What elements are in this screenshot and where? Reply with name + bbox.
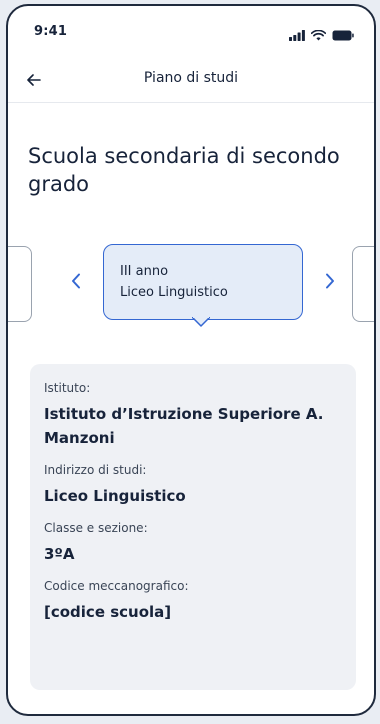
indirizzo-value: Liceo Linguistico <box>44 487 186 505</box>
header-title: Piano di studi <box>143 70 239 86</box>
selected-course-label: Liceo Linguistico <box>120 285 228 300</box>
battery-icon <box>332 26 354 45</box>
status-icons <box>289 26 354 45</box>
phone-frame: 9:41 Piano di studi Scuola secondaria di… <box>6 4 376 716</box>
classe-group: Classe e sezione: 3ºA <box>44 520 342 566</box>
codice-value: [codice scuola] <box>44 603 172 621</box>
carousel-next-button[interactable] <box>316 268 344 298</box>
classe-label: Classe e sezione: <box>44 521 148 535</box>
selected-year-label: III anno <box>120 264 169 279</box>
next-year-card[interactable] <box>352 246 374 322</box>
chevron-right-icon <box>325 273 335 293</box>
istituto-label: Istituto: <box>44 381 91 395</box>
previous-year-card[interactable] <box>8 246 32 322</box>
signal-icon <box>289 26 305 45</box>
indirizzo-label: Indirizzo di studi: <box>44 463 147 477</box>
istituto-value: Istituto d’Istruzione Superiore A. Manzo… <box>44 405 324 447</box>
card-pointer <box>192 317 210 327</box>
istituto-group: Istituto: Istituto d’Istruzione Superior… <box>44 380 342 450</box>
status-bar: 9:41 <box>8 6 374 46</box>
school-details-panel: Istituto: Istituto d’Istruzione Superior… <box>30 364 356 690</box>
wifi-icon <box>310 26 327 45</box>
selected-year-card[interactable]: III anno Liceo Linguistico <box>103 244 303 320</box>
page-title: Scuola secondaria di secondo grado <box>28 144 340 196</box>
carousel-prev-button[interactable] <box>62 268 90 298</box>
chevron-left-icon <box>71 273 81 293</box>
codice-label: Codice meccanografico: <box>44 579 189 593</box>
indirizzo-group: Indirizzo di studi: Liceo Linguistico <box>44 462 342 508</box>
year-carousel: III anno Liceo Linguistico <box>8 244 374 334</box>
classe-value: 3ºA <box>44 545 75 563</box>
app-header: Piano di studi <box>8 58 374 103</box>
status-time: 9:41 <box>34 24 68 39</box>
codice-group: Codice meccanografico: [codice scuola] <box>44 578 342 624</box>
